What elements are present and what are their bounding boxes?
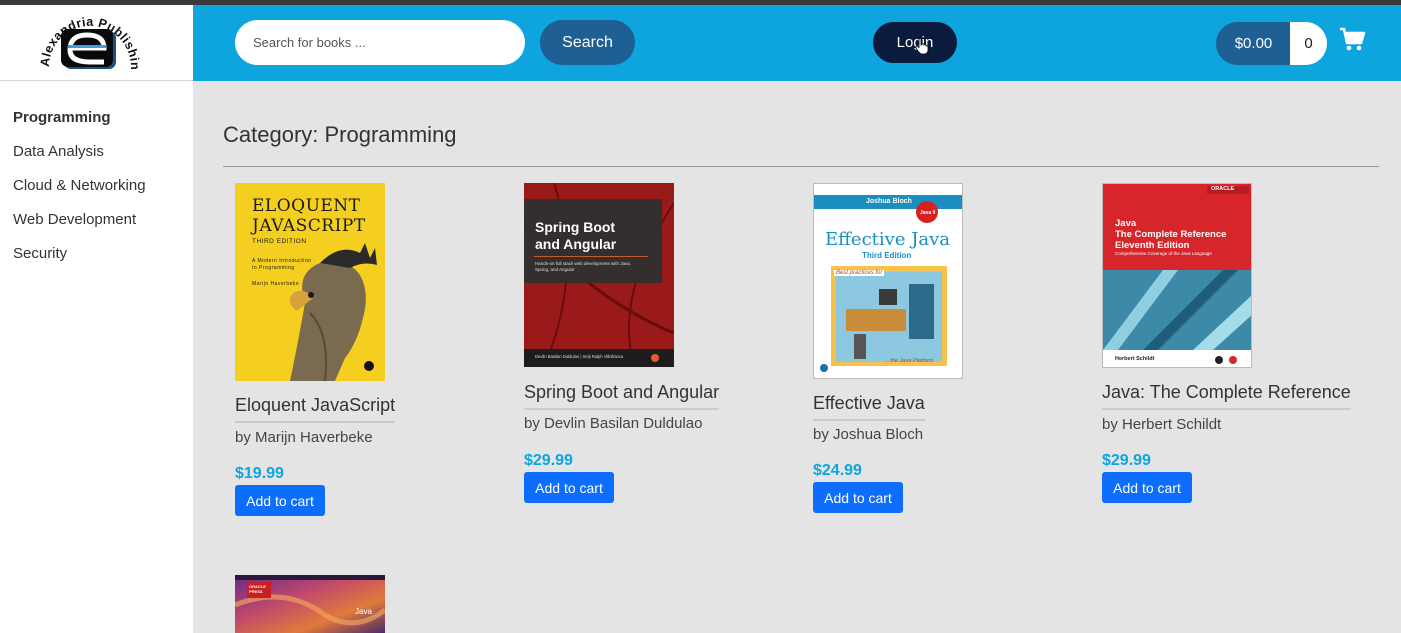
sidebar-item-data-analysis[interactable]: Data Analysis xyxy=(0,142,193,176)
cover-author: Joshua Bloch xyxy=(866,198,912,205)
add-to-cart-button[interactable]: Add to cart xyxy=(524,472,614,503)
cover-edition: Third Edition xyxy=(862,251,912,260)
cart-total[interactable]: $0.00 xyxy=(1216,22,1291,65)
cover-author: Marijn Haverbeke xyxy=(252,281,300,287)
book-cover-effective-java[interactable]: Joshua Bloch Java 9 Effective Java Third… xyxy=(813,183,963,379)
cover-subtitle: Comprehensive Coverage of the Java Langu… xyxy=(1115,251,1212,256)
category-sidebar: Programming Data Analysis Cloud & Networ… xyxy=(0,81,193,633)
sidebar-item-web-development[interactable]: Web Development xyxy=(0,210,193,244)
cover-subtitle: Hands-on full stack web development with… xyxy=(535,261,632,272)
cover-tagline-2: ...the Java Platform xyxy=(886,358,934,364)
title-divider xyxy=(223,166,1379,167)
sidebar-item-security[interactable]: Security xyxy=(0,244,193,278)
search-input[interactable] xyxy=(235,20,525,65)
sidebar-item-programming[interactable]: Programming xyxy=(0,108,193,142)
book-price: $29.99 xyxy=(1102,452,1151,469)
cover-author: Devlin Basilan Duldulao | Seiji Ralph Vi… xyxy=(535,354,624,359)
hand-cursor-icon xyxy=(915,38,929,55)
cover-badge: Java 9 xyxy=(920,210,936,216)
cart-count-badge[interactable]: 0 xyxy=(1290,22,1327,65)
book-cover-spring-boot-angular[interactable]: Spring Boot and Angular Hands-on full st… xyxy=(524,183,674,367)
book-price: $29.99 xyxy=(524,452,573,469)
book-title[interactable]: Eloquent JavaScript xyxy=(235,395,396,423)
top-header: Search Login $0.00 0 xyxy=(193,5,1401,81)
shopping-cart-icon[interactable] xyxy=(1339,26,1367,54)
effective-java-cover-art xyxy=(814,195,962,372)
cover-tagline-1: Best practices for xyxy=(834,270,885,276)
search-button[interactable]: Search xyxy=(540,20,635,65)
cover-author: Herbert Schildt xyxy=(1115,356,1155,362)
cover-title-line2: The Complete Reference xyxy=(1115,229,1227,240)
logo-area[interactable]: Alexandria Publishing xyxy=(0,0,193,81)
book-card: Spring Boot and Angular Hands-on full st… xyxy=(524,183,784,503)
alexandria-publishing-logo: Alexandria Publishing xyxy=(0,0,142,70)
add-to-cart-button[interactable]: Add to cart xyxy=(1102,472,1192,503)
cover-title: Effective Java xyxy=(825,229,951,250)
cover-brand: ORACLE PRESS xyxy=(249,584,266,594)
cover-title-line1: Java xyxy=(1115,218,1137,229)
book-title[interactable]: Java: The Complete Reference xyxy=(1102,382,1351,410)
book-cover-java-oracle-press[interactable]: ORACLE PRESS Java xyxy=(235,575,385,633)
add-to-cart-button[interactable]: Add to cart xyxy=(235,485,325,516)
cover-title-line1: ELOQUENT xyxy=(252,196,361,216)
book-price: $19.99 xyxy=(235,465,284,482)
spring-cover-art xyxy=(524,183,674,367)
cover-title-line2: JAVASCRIPT xyxy=(252,216,366,236)
book-card: Joshua Bloch Java 9 Effective Java Third… xyxy=(813,183,1073,513)
add-to-cart-button[interactable]: Add to cart xyxy=(813,482,903,513)
book-card: ORACLE Java The Complete Reference Eleve… xyxy=(1102,183,1392,503)
cover-language: Java xyxy=(355,607,372,616)
java-reference-cover-art xyxy=(1103,184,1251,364)
cover-subtitle: A Modern Introduction to Programming xyxy=(252,258,312,271)
cover-title-line3: Eleventh Edition xyxy=(1115,240,1190,251)
book-author: by Joshua Bloch xyxy=(813,426,924,443)
cover-edition: THIRD EDITION xyxy=(252,238,307,245)
sidebar-item-cloud-networking[interactable]: Cloud & Networking xyxy=(0,176,193,210)
book-cover-java-complete-reference[interactable]: ORACLE Java The Complete Reference Eleve… xyxy=(1102,183,1252,368)
book-author: by Marijn Haverbeke xyxy=(235,429,373,446)
book-price: $24.99 xyxy=(813,462,862,479)
book-card: ELOQUENT JAVASCRIPT THIRD EDITION A Mode… xyxy=(235,183,495,523)
cover-title-line1: Spring Boot xyxy=(535,219,616,235)
book-author: by Herbert Schildt xyxy=(1102,416,1222,433)
cover-brand: ORACLE xyxy=(1211,186,1235,192)
book-title[interactable]: Spring Boot and Angular xyxy=(524,382,720,410)
book-author: by Devlin Basilan Duldulao xyxy=(524,415,703,432)
page-title: Category: Programming xyxy=(223,122,457,147)
book-cover-eloquent-javascript[interactable]: ELOQUENT JAVASCRIPT THIRD EDITION A Mode… xyxy=(235,183,385,381)
book-title[interactable]: Effective Java xyxy=(813,393,925,421)
book-card: ORACLE PRESS Java xyxy=(235,575,495,633)
cover-title-line2: and Angular xyxy=(535,236,617,252)
